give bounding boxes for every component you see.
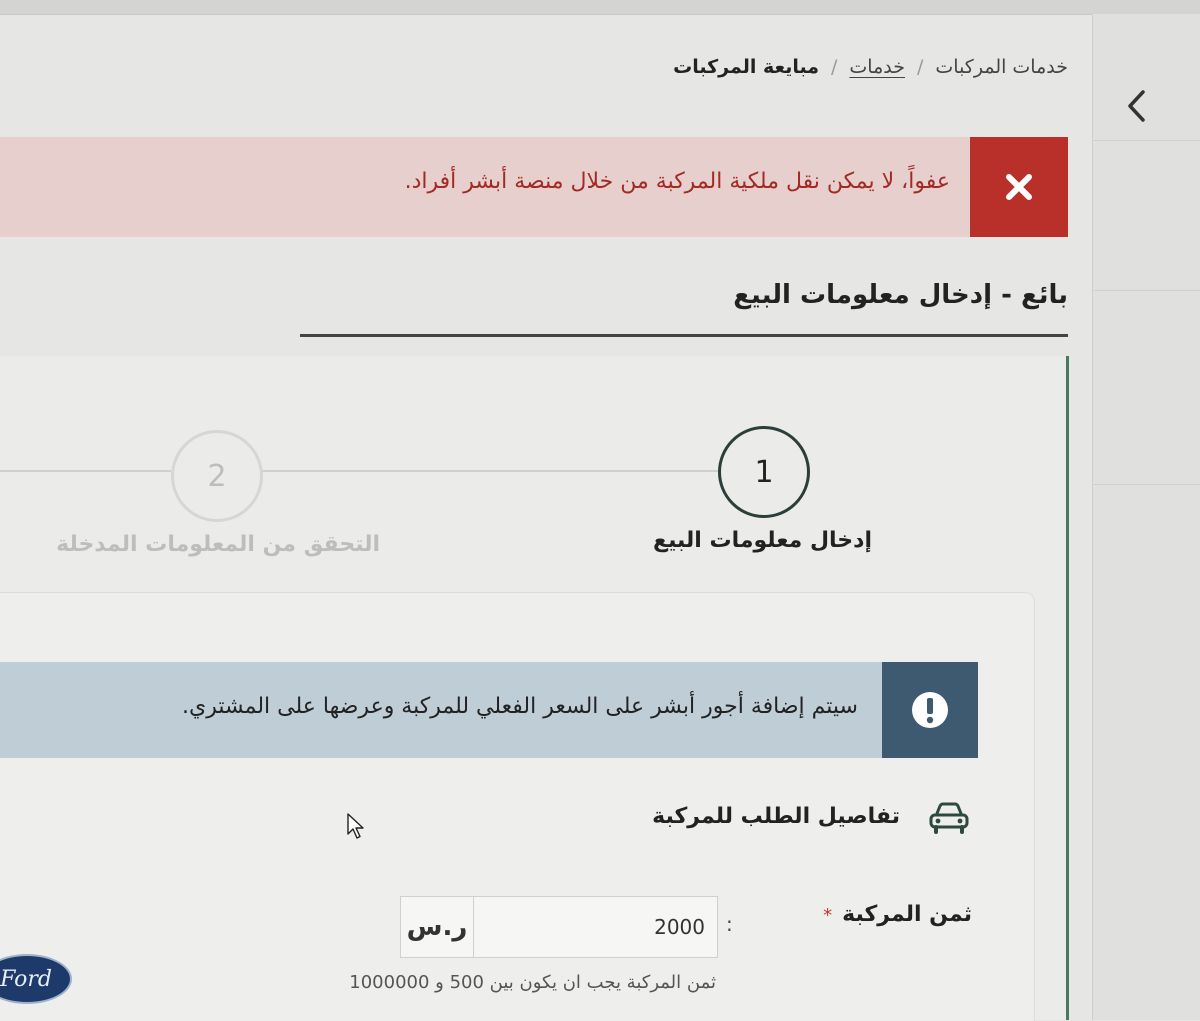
ford-logo-text: Ford bbox=[0, 966, 52, 992]
mouse-cursor-icon bbox=[347, 813, 364, 839]
breadcrumb-vehicle-services[interactable]: خدمات المركبات bbox=[935, 56, 1068, 78]
required-marker: * bbox=[823, 905, 833, 926]
vehicle-price-hint: ثمن المركبة يجب ان يكون بين 500 و 100000… bbox=[349, 972, 716, 993]
title-underline bbox=[300, 334, 1068, 337]
vehicle-details-header: تفاصيل الطلب للمركبة bbox=[652, 804, 900, 829]
browser-top-strip bbox=[0, 0, 1200, 15]
vehicle-price-input[interactable] bbox=[474, 897, 713, 957]
breadcrumb-separator: / bbox=[831, 56, 838, 78]
stepper-connector bbox=[260, 470, 718, 472]
side-panel-divider bbox=[1093, 484, 1200, 485]
breadcrumb-separator: / bbox=[916, 56, 924, 78]
vehicle-price-label: ثمن المركبة * bbox=[823, 902, 972, 927]
close-icon bbox=[1006, 174, 1032, 200]
side-panel bbox=[1092, 14, 1200, 1020]
chevron-left-icon[interactable] bbox=[1124, 88, 1150, 124]
side-panel-divider bbox=[1093, 140, 1200, 141]
info-alert: سيتم إضافة أجور أبشر على السعر الفعلي لل… bbox=[0, 662, 978, 758]
error-alert-close-button[interactable] bbox=[970, 137, 1068, 237]
vehicle-price-input-group: ر.س bbox=[400, 896, 718, 958]
step-2-label: التحقق من المعلومات المدخلة bbox=[56, 532, 380, 557]
exclamation-icon bbox=[912, 692, 948, 728]
breadcrumb-services-link[interactable]: خدمات bbox=[849, 56, 905, 78]
step-1-number: 1 bbox=[754, 454, 774, 490]
error-alert-message: عفواً، لا يمكن نقل ملكية المركبة من خلال… bbox=[404, 169, 950, 194]
price-colon: : bbox=[726, 912, 733, 936]
riyal-currency-icon: ر.س bbox=[401, 897, 474, 957]
step-2-indicator: 2 bbox=[171, 430, 263, 522]
breadcrumb-current-page: مبايعة المركبات bbox=[673, 56, 819, 78]
error-alert: عفواً، لا يمكن نقل ملكية المركبة من خلال… bbox=[0, 137, 1068, 237]
step-2-number: 2 bbox=[207, 458, 227, 494]
step-1-indicator: 1 bbox=[718, 426, 810, 518]
vehicle-price-label-text: ثمن المركبة bbox=[842, 902, 972, 927]
breadcrumb: خدمات المركبات / خدمات / مبايعة المركبات bbox=[673, 56, 1068, 78]
stepper-connector bbox=[0, 470, 171, 472]
car-icon bbox=[929, 802, 969, 834]
step-1-label: إدخال معلومات البيع bbox=[653, 528, 872, 553]
info-alert-message: سيتم إضافة أجور أبشر على السعر الفعلي لل… bbox=[182, 694, 858, 719]
page-title: بائع - إدخال معلومات البيع bbox=[733, 280, 1068, 310]
info-alert-icon-box bbox=[882, 662, 978, 758]
side-panel-divider bbox=[1093, 290, 1200, 291]
